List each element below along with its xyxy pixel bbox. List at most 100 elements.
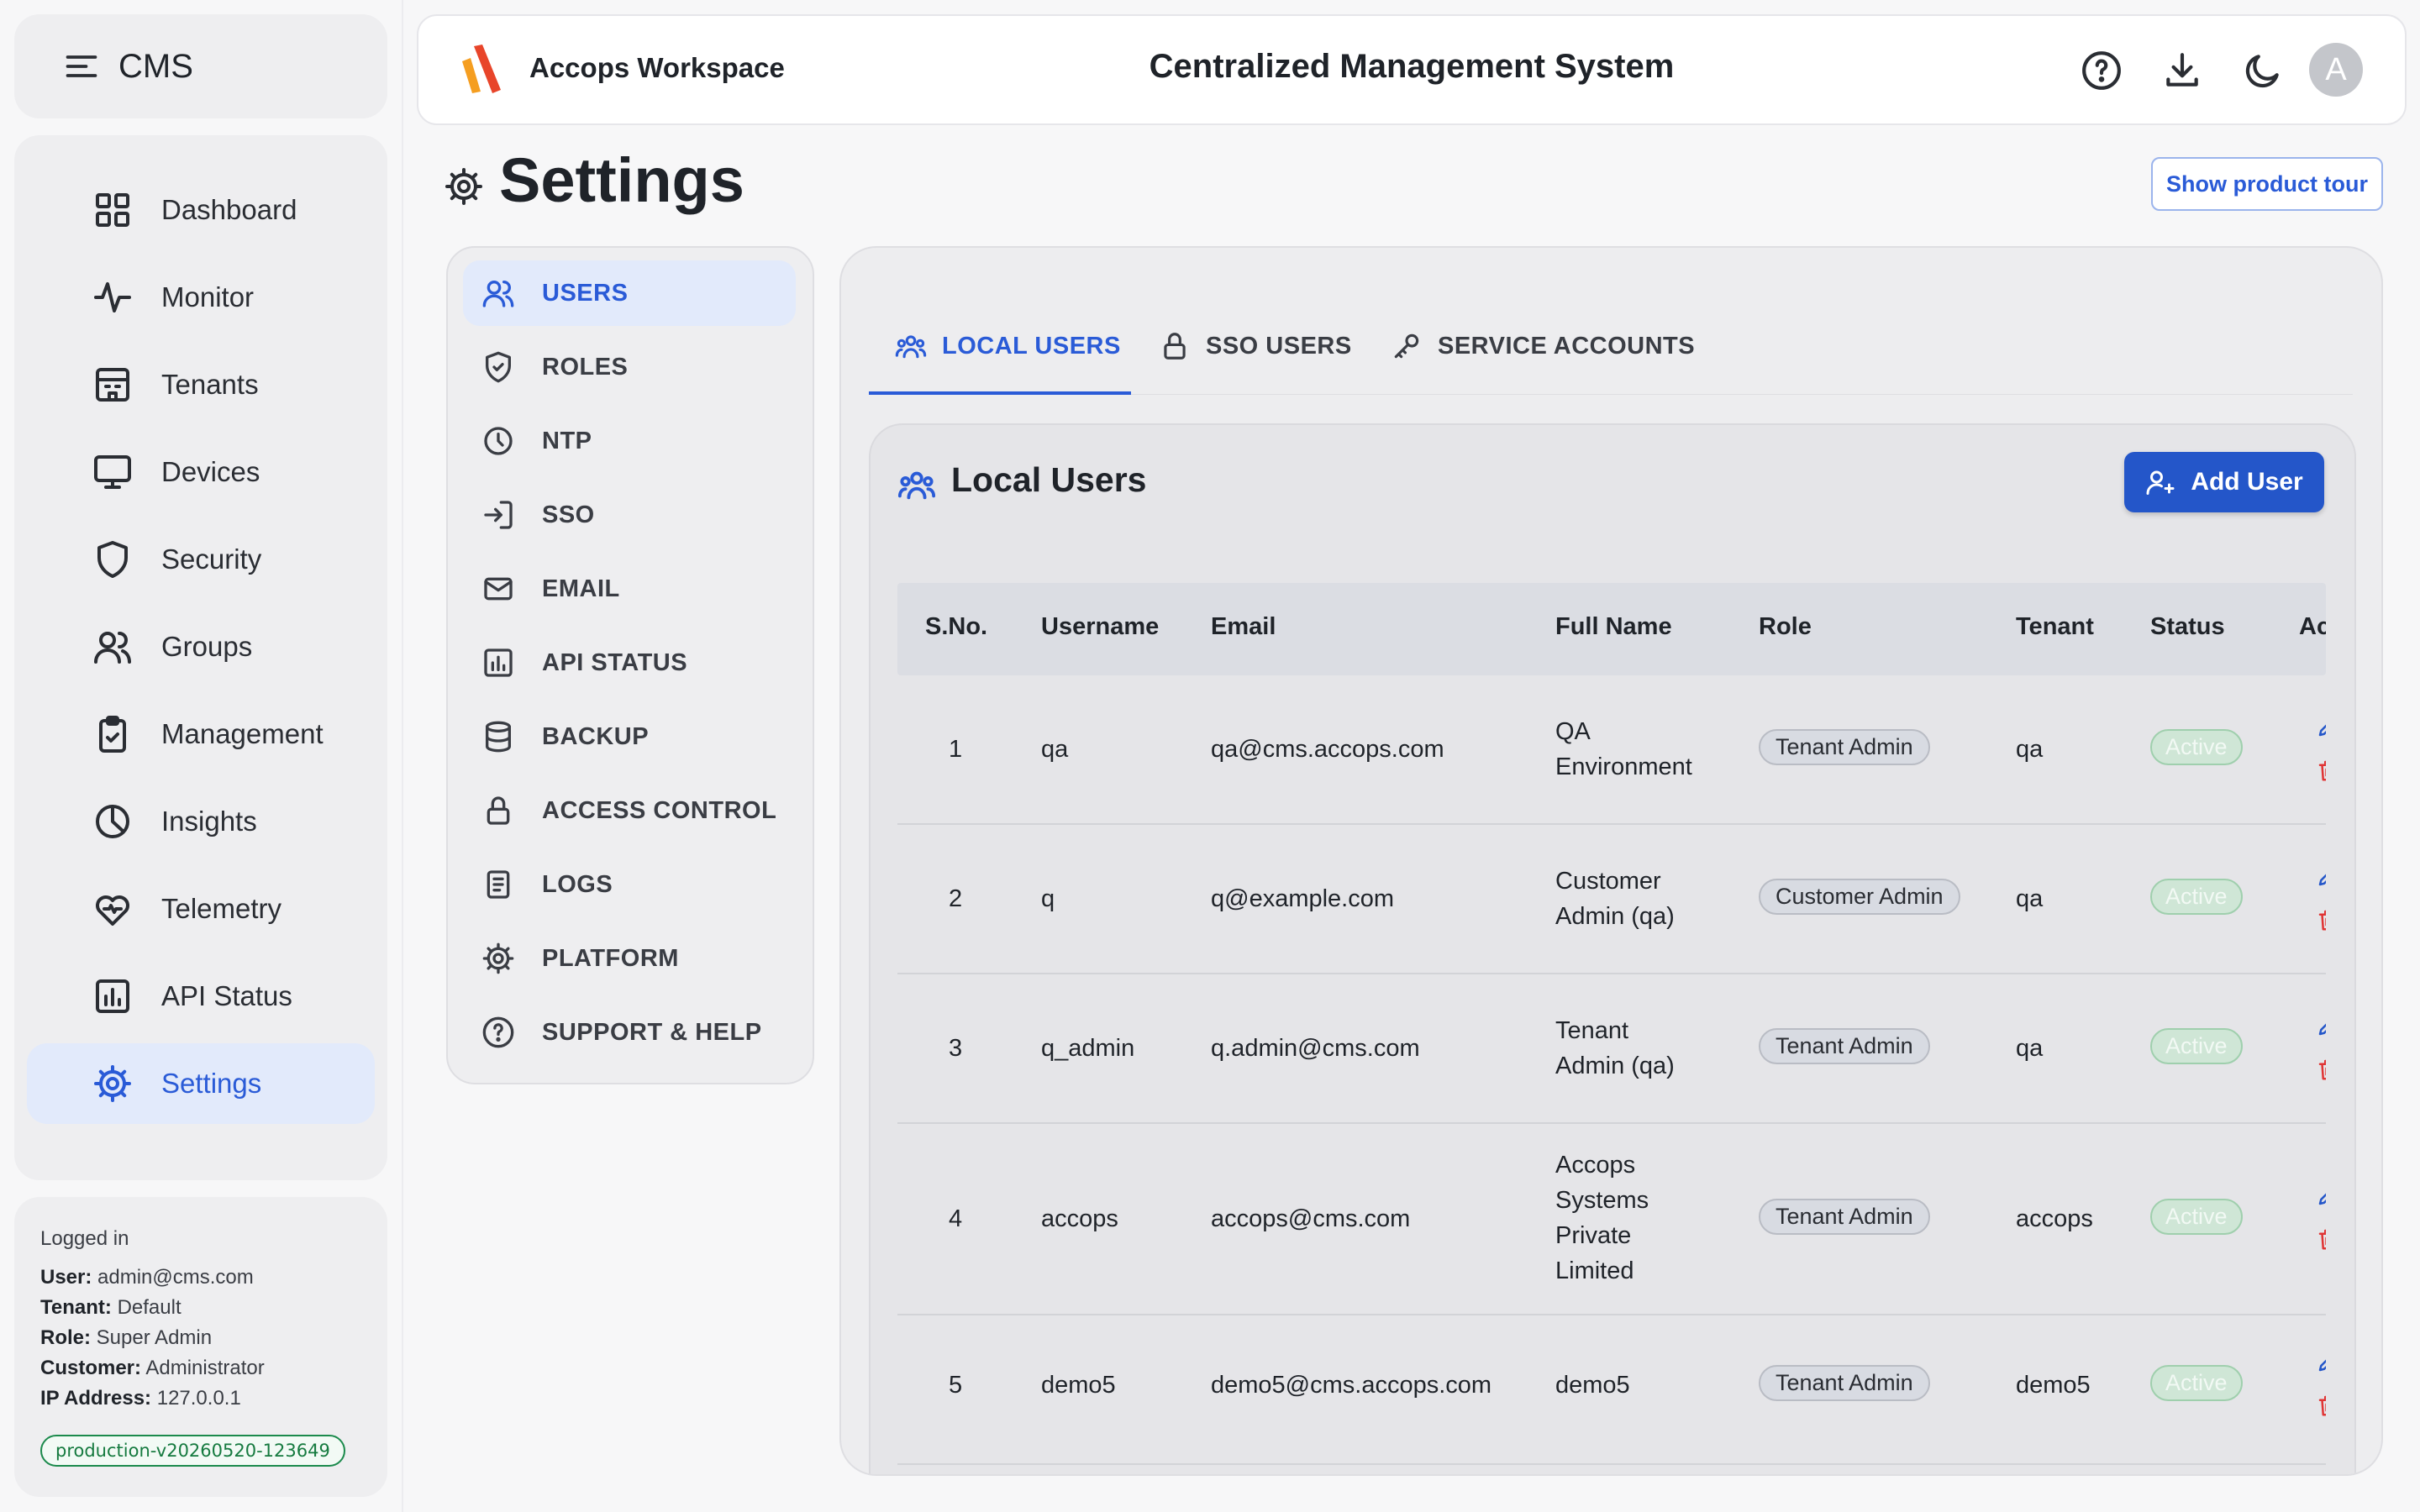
- session-heading: Logged in: [40, 1227, 129, 1250]
- column-header[interactable]: Status: [2150, 613, 2225, 641]
- users-icon: [92, 627, 133, 667]
- sidebar-item-management[interactable]: Management: [27, 694, 375, 774]
- tab-label: SERVICE ACCOUNTS: [1438, 332, 1696, 360]
- settings-menu-ntp[interactable]: NTP: [463, 408, 796, 474]
- trash-icon[interactable]: [2316, 1057, 2326, 1082]
- cell-full-name: Accops Systems Private Limited: [1555, 1152, 1649, 1284]
- user-plus-icon: [2145, 467, 2175, 497]
- column-header[interactable]: Ac: [2299, 613, 2326, 641]
- sidebar-item-insights[interactable]: Insights: [27, 781, 375, 862]
- cell-tenant: accops: [2016, 1205, 2093, 1232]
- tab-local-users[interactable]: LOCAL USERS: [895, 315, 1121, 377]
- key-icon: [1391, 330, 1423, 362]
- column-header[interactable]: S.No.: [925, 613, 987, 641]
- edit-icon[interactable]: [2316, 714, 2326, 739]
- cell-email: q.admin@cms.com: [1211, 1035, 1420, 1062]
- settings-menu-platform[interactable]: PLATFORM: [463, 926, 796, 991]
- mail-icon: [481, 572, 515, 606]
- add-user-button[interactable]: Add User: [2124, 452, 2324, 512]
- session-user: User: admin@cms.com: [40, 1266, 254, 1289]
- menu-icon[interactable]: [63, 48, 100, 85]
- settings-menu-label: BACKUP: [542, 722, 650, 750]
- settings-menu-email[interactable]: EMAIL: [463, 556, 796, 622]
- help-circle-icon[interactable]: [2081, 50, 2123, 92]
- sidebar-item-settings[interactable]: Settings: [27, 1043, 375, 1124]
- table-row: 5 demo5 demo5@cms.accops.com demo5 Tenan…: [897, 1315, 2326, 1465]
- heart-pulse-icon: [92, 889, 133, 929]
- edit-icon[interactable]: [2316, 1183, 2326, 1208]
- sidebar-item-tenants[interactable]: Tenants: [27, 344, 375, 425]
- sidebar-item-label: Settings: [161, 1068, 262, 1099]
- moon-icon[interactable]: [2242, 50, 2284, 92]
- edit-icon[interactable]: [2316, 1013, 2326, 1038]
- settings-menu-logs[interactable]: LOGS: [463, 852, 796, 917]
- column-header[interactable]: Full Name: [1555, 613, 1672, 641]
- cell-email: accops@cms.com: [1211, 1205, 1411, 1232]
- local-users-title: Local Users: [951, 460, 1147, 499]
- trash-icon[interactable]: [2316, 1226, 2326, 1252]
- settings-menu-label: USERS: [542, 279, 629, 307]
- tab-service-accounts[interactable]: SERVICE ACCOUNTS: [1391, 315, 1695, 377]
- settings-menu-label: SSO: [542, 501, 595, 528]
- table-row: 1 qa qa@cms.accops.com QA Environment Ten…: [897, 675, 2326, 825]
- cell-tenant: qa: [2016, 736, 2044, 763]
- status-badge: Active: [2150, 1199, 2243, 1235]
- shield-check-icon: [481, 350, 515, 384]
- column-header[interactable]: Tenant: [2016, 613, 2094, 641]
- cell-sno: 4: [949, 1205, 963, 1232]
- table-row: 4 accops accops@cms.com Accops Systems Pri…: [897, 1124, 2326, 1315]
- sidebar-item-label: API Status: [161, 980, 292, 1011]
- cell-sno: 1: [949, 736, 963, 763]
- gear-icon: [444, 166, 484, 207]
- edit-icon[interactable]: [2316, 1349, 2326, 1374]
- download-icon[interactable]: [2161, 50, 2203, 92]
- settings-menu-roles[interactable]: ROLES: [463, 334, 796, 400]
- pie-chart-icon: [92, 801, 133, 842]
- users-group-icon: [897, 465, 936, 504]
- sidebar-item-label: Tenants: [161, 369, 259, 400]
- edit-icon[interactable]: [2316, 864, 2326, 889]
- sidebar-item-dashboard[interactable]: Dashboard: [27, 170, 375, 250]
- cell-email: qa@cms.accops.com: [1211, 736, 1444, 763]
- cell-full-name: demo5: [1555, 1372, 1630, 1399]
- lock-icon: [1159, 330, 1191, 362]
- brand-label: CMS: [118, 47, 193, 85]
- sidebar-item-telemetry[interactable]: Telemetry: [27, 869, 375, 949]
- cell-username: q: [1041, 885, 1055, 912]
- column-header[interactable]: Username: [1041, 613, 1159, 641]
- sidebar-nav: Dashboard Monitor Tenants Devices Securi…: [14, 135, 387, 1180]
- sidebar-item-monitor[interactable]: Monitor: [27, 257, 375, 338]
- table-row: 2 q q@example.com Customer Admin (qa) Cus…: [897, 825, 2326, 974]
- help-circle-icon: [481, 1016, 515, 1049]
- trash-icon[interactable]: [2316, 907, 2326, 932]
- settings-menu-users[interactable]: USERS: [463, 260, 796, 326]
- settings-menu-label: PLATFORM: [542, 944, 679, 972]
- trash-icon[interactable]: [2316, 758, 2326, 783]
- avatar[interactable]: A: [2309, 43, 2363, 97]
- column-header[interactable]: Email: [1211, 613, 1276, 641]
- session-customer: Customer: Administrator: [40, 1357, 265, 1379]
- sidebar-item-label: Dashboard: [161, 194, 297, 225]
- table-header: S.No. Username Email Full Name Role Tena…: [897, 583, 2326, 675]
- tab-sso-users[interactable]: SSO USERS: [1159, 315, 1352, 377]
- role-badge: Tenant Admin: [1759, 1028, 1930, 1064]
- sidebar-item-label: Security: [161, 543, 262, 575]
- users-group-icon: [895, 330, 927, 362]
- trash-icon[interactable]: [2316, 1393, 2326, 1418]
- settings-menu-sso[interactable]: SSO: [463, 482, 796, 548]
- product-tour-button[interactable]: Show product tour: [2151, 157, 2383, 211]
- settings-menu-backup[interactable]: BACKUP: [463, 704, 796, 769]
- settings-menu-api-status[interactable]: API STATUS: [463, 630, 796, 696]
- clipboard-check-icon: [92, 714, 133, 754]
- column-header[interactable]: Role: [1759, 613, 1812, 641]
- sidebar-item-devices[interactable]: Devices: [27, 432, 375, 512]
- sidebar-item-label: Devices: [161, 456, 260, 487]
- settings-menu-access-control[interactable]: ACCESS CONTROL: [463, 778, 796, 843]
- settings-menu-support[interactable]: SUPPORT & HELP: [463, 1000, 796, 1065]
- cell-tenant: qa: [2016, 1035, 2044, 1062]
- sidebar-item-security[interactable]: Security: [27, 519, 375, 600]
- sidebar-item-label: Groups: [161, 631, 253, 662]
- sidebar-item-api-status[interactable]: API Status: [27, 956, 375, 1037]
- sidebar-item-label: Management: [161, 718, 324, 749]
- sidebar-item-groups[interactable]: Groups: [27, 606, 375, 687]
